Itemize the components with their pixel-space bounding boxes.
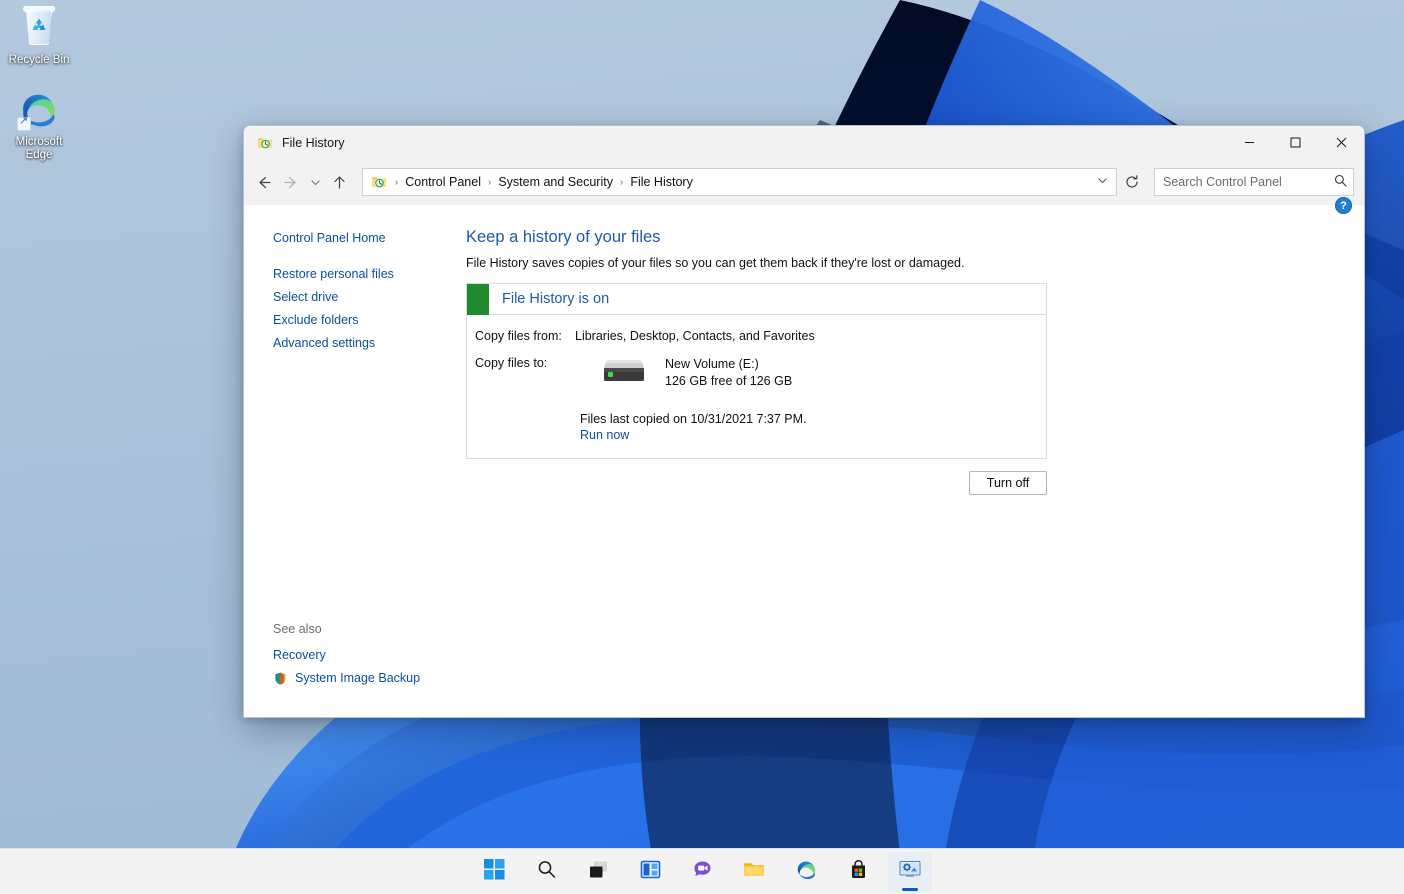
microsoft-edge-icon (17, 88, 61, 132)
maximize-button[interactable] (1272, 126, 1318, 159)
breadcrumb: › Control Panel › System and Security › … (392, 173, 697, 191)
drive-capacity: 126 GB free of 126 GB (665, 373, 792, 390)
file-history-icon (371, 174, 387, 190)
widgets-icon (640, 859, 661, 885)
folder-icon (743, 859, 765, 885)
back-button[interactable] (249, 167, 277, 197)
chat-icon (692, 859, 713, 885)
drive-name: New Volume (E:) (665, 356, 792, 373)
status-body: Copy files from: Libraries, Desktop, Con… (467, 315, 1046, 458)
breadcrumb-system-and-security[interactable]: System and Security (494, 173, 617, 191)
file-history-icon (257, 135, 273, 151)
run-now-link[interactable]: Run now (580, 428, 629, 442)
copy-files-to-row: Copy files to: (475, 356, 1046, 390)
minimize-button[interactable] (1226, 126, 1272, 159)
chat-button[interactable] (680, 852, 724, 892)
status-header: File History is on (467, 284, 1046, 315)
last-copied-info: Files last copied on 10/31/2021 7:37 PM.… (580, 412, 1046, 442)
target-drive: New Volume (E:) 126 GB free of 126 GB (575, 356, 792, 390)
refresh-button[interactable] (1118, 168, 1146, 196)
copy-files-from-row: Copy files from: Libraries, Desktop, Con… (475, 329, 1046, 343)
page-subtitle: File History saves copies of your files … (466, 256, 1328, 270)
navigation-toolbar: › Control Panel › System and Security › … (244, 159, 1364, 205)
breadcrumb-separator: › (617, 177, 626, 188)
widgets-button[interactable] (628, 852, 672, 892)
last-copied-text: Files last copied on 10/31/2021 7:37 PM. (580, 412, 1046, 426)
control-panel-icon (899, 859, 921, 885)
address-dropdown-icon[interactable] (1090, 175, 1116, 189)
breadcrumb-file-history[interactable]: File History (626, 173, 697, 191)
uac-shield-icon (273, 671, 288, 686)
see-also-item-system-image-backup[interactable]: System Image Backup (295, 667, 420, 690)
search-box[interactable] (1154, 168, 1354, 196)
search-input[interactable] (1155, 175, 1328, 189)
sidebar-item-restore-personal-files[interactable]: Restore personal files (273, 263, 394, 286)
external-drive-icon (602, 359, 646, 385)
main-content: ? Keep a history of your files File Hist… (466, 205, 1364, 717)
see-also-section: See also Recovery System Image (273, 622, 473, 690)
search-icon[interactable] (1328, 174, 1353, 190)
window-title: File History (282, 136, 345, 150)
sidebar-item-control-panel-home[interactable]: Control Panel Home (273, 227, 386, 250)
shortcut-arrow-icon (17, 117, 31, 131)
recent-locations-button[interactable] (305, 167, 326, 197)
desktop-icon-microsoft-edge[interactable]: Microsoft Edge (0, 88, 78, 162)
drive-info: New Volume (E:) 126 GB free of 126 GB (665, 356, 792, 390)
recycle-bin-icon (17, 6, 61, 50)
desktop-icon-label-line2: Edge (0, 149, 78, 162)
status-color-swatch (467, 284, 489, 315)
sidebar-item-exclude-folders[interactable]: Exclude folders (273, 309, 358, 332)
page-title: Keep a history of your files (466, 228, 1328, 247)
sidebar-item-advanced-settings[interactable]: Advanced settings (273, 332, 375, 355)
windows-logo-icon (484, 859, 505, 885)
desktop-icon-recycle-bin[interactable]: Recycle Bin (0, 6, 78, 67)
address-bar[interactable]: › Control Panel › System and Security › … (362, 168, 1117, 196)
sidebar-item-select-drive[interactable]: Select drive (273, 286, 338, 309)
start-button[interactable] (472, 852, 516, 892)
store-button[interactable] (836, 852, 880, 892)
close-button[interactable] (1318, 126, 1364, 159)
desktop-icon-label: Recycle Bin (0, 54, 78, 67)
up-button[interactable] (326, 167, 354, 197)
breadcrumb-separator: › (392, 177, 401, 188)
file-history-window: File History (243, 125, 1365, 718)
control-panel-button[interactable] (888, 852, 932, 892)
file-history-status-panel: File History is on Copy files from: Libr… (466, 283, 1047, 459)
window-body: Control Panel Home Restore personal file… (244, 205, 1364, 717)
search-icon (536, 859, 557, 885)
copy-files-from-value: Libraries, Desktop, Contacts, and Favori… (575, 329, 815, 343)
sidebar: Control Panel Home Restore personal file… (244, 205, 466, 717)
desktop-icon-label-line1: Microsoft (0, 136, 78, 149)
task-view-icon (588, 859, 609, 885)
see-also-item-recovery[interactable]: Recovery (273, 644, 326, 667)
copy-files-from-label: Copy files from: (475, 329, 575, 343)
search-button[interactable] (524, 852, 568, 892)
copy-files-to-label: Copy files to: (475, 356, 575, 390)
microsoft-edge-icon (796, 859, 817, 885)
microsoft-store-icon (848, 859, 869, 885)
status-badge: File History is on (502, 291, 609, 307)
see-also-title: See also (273, 622, 473, 636)
forward-button[interactable] (277, 167, 305, 197)
task-view-button[interactable] (576, 852, 620, 892)
see-also-item-recovery-row[interactable]: Recovery (273, 644, 473, 667)
window-controls (1226, 126, 1364, 159)
help-button[interactable]: ? (1335, 197, 1352, 214)
breadcrumb-separator: › (485, 177, 494, 188)
taskbar (0, 848, 1404, 894)
window-titlebar: File History (244, 126, 1364, 159)
action-button-row: Turn off (466, 471, 1047, 495)
edge-button[interactable] (784, 852, 828, 892)
see-also-item-system-image-backup-row[interactable]: System Image Backup (273, 667, 473, 690)
breadcrumb-control-panel[interactable]: Control Panel (401, 173, 485, 191)
turn-off-button[interactable]: Turn off (969, 471, 1047, 495)
file-explorer-button[interactable] (732, 852, 776, 892)
